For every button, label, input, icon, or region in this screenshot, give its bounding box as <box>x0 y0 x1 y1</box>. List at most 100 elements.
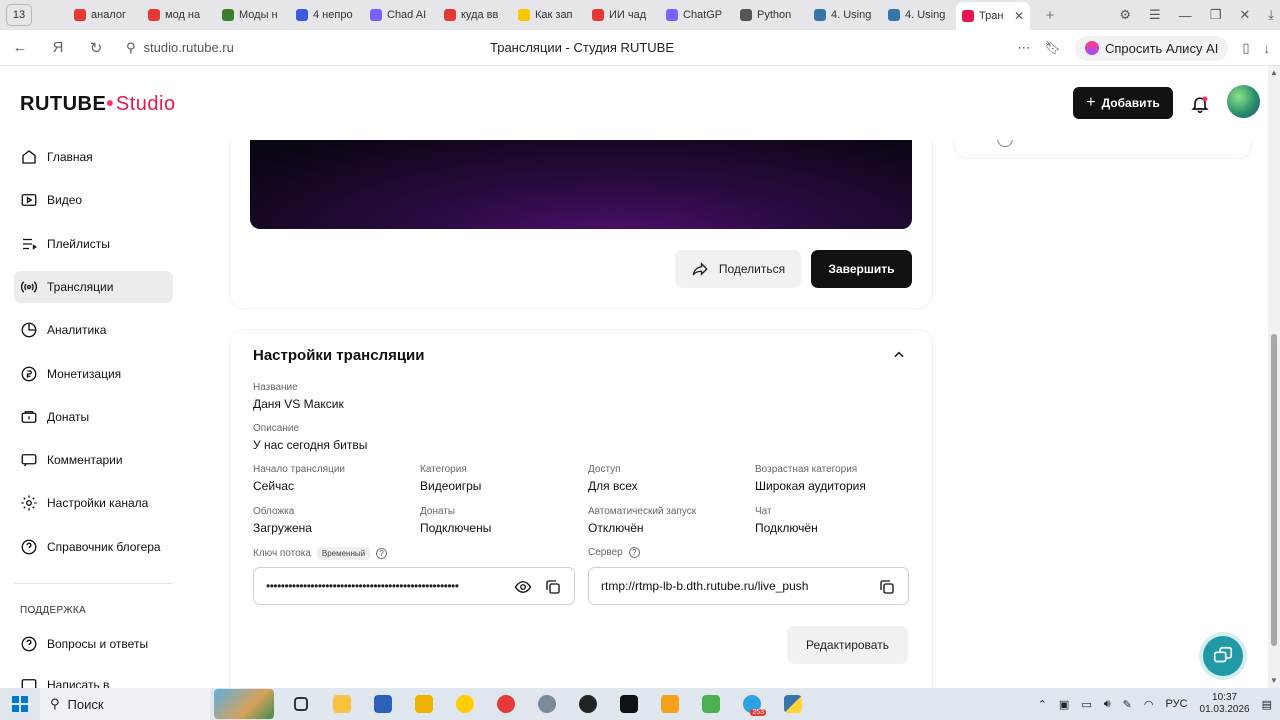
sidebar-item-monetization[interactable]: Монетизация <box>14 358 173 390</box>
bookmark-icon[interactable]: 🔖︎ <box>1044 40 1061 56</box>
telegram-icon[interactable]: 253 <box>731 688 772 720</box>
restore-icon[interactable]: ❐ <box>1210 7 1222 23</box>
settings-field-value: Видеоигры <box>420 479 482 493</box>
download-icon[interactable]: ↓ <box>1264 41 1271 56</box>
settings-field-value: Подключены <box>420 521 492 535</box>
weather-widget[interactable] <box>214 689 274 719</box>
stream-key-field[interactable]: ••••••••••••••••••••••••••••••••••••••••… <box>253 567 575 605</box>
browser-tab[interactable]: ИИ чад <box>586 3 660 27</box>
yandex-browser-icon[interactable] <box>444 688 485 720</box>
yandex-home-icon[interactable]: Я <box>50 39 66 56</box>
yandex-icon[interactable] <box>485 688 526 720</box>
new-tab-icon[interactable]: + <box>1040 5 1060 25</box>
start-button[interactable] <box>0 688 40 720</box>
browser-tab[interactable]: Chad AI <box>364 3 438 27</box>
notifications-icon[interactable]: ▤ <box>1262 698 1272 711</box>
media-player-icon[interactable] <box>649 688 690 720</box>
help-icon[interactable]: ? <box>628 547 640 558</box>
add-button[interactable]: + Добавить <box>1073 87 1173 119</box>
notes-icon[interactable] <box>403 688 444 720</box>
avatar[interactable] <box>1227 85 1260 118</box>
settings-field-value: Широкая аудитория <box>755 479 866 493</box>
rutube-studio-logo[interactable]: RUTUBE• Studio <box>20 93 176 116</box>
browser-tab[interactable]: 4 непро <box>290 3 364 27</box>
task-view-icon[interactable] <box>280 688 321 720</box>
finish-stream-button[interactable]: Завершить <box>811 250 912 288</box>
minimize-icon[interactable]: — <box>1179 8 1192 23</box>
sidebar-item-playlist[interactable]: Плейлисты <box>14 228 173 260</box>
close-tab-icon[interactable]: ✕ <box>1014 9 1024 23</box>
sidebar-item-donate[interactable]: Донаты <box>14 401 173 433</box>
sidebar-item-video[interactable]: Видео <box>14 184 173 216</box>
browser-tab[interactable]: куда вв <box>438 3 512 27</box>
help-icon[interactable]: ? <box>376 548 388 559</box>
pen-icon[interactable]: ✎ <box>1123 698 1132 711</box>
sidebar-support-item[interactable]: Вопросы и ответы <box>14 628 173 660</box>
tab-count-button[interactable]: 13 <box>6 4 32 26</box>
explorer-icon[interactable] <box>321 688 362 720</box>
back-icon[interactable]: ← <box>12 39 28 56</box>
browser-tab-active[interactable]: Тран ✕ <box>956 2 1030 30</box>
taskbar-search[interactable]: ⚲ Поиск <box>40 688 210 720</box>
share-button[interactable]: Поделиться <box>675 250 801 288</box>
taskbar-search-label: Поиск <box>67 696 104 712</box>
battery-icon[interactable]: ▭ <box>1081 698 1091 711</box>
extensions-icon[interactable]: ⚙ <box>1119 7 1131 23</box>
server-field[interactable]: rtmp://rtmp-lb-b.dth.rutube.ru/live_push <box>588 567 909 605</box>
app-icon[interactable] <box>526 688 567 720</box>
sidebar-item-analytics[interactable]: Аналитика <box>14 314 173 346</box>
language-indicator[interactable]: РУС <box>1166 698 1188 710</box>
more-icon[interactable]: ⋯ <box>1017 40 1030 56</box>
reload-icon[interactable]: ↻ <box>88 40 104 57</box>
scroll-thumb[interactable] <box>1271 334 1277 646</box>
close-window-icon[interactable]: ✕ <box>1239 7 1250 23</box>
server-value: rtmp://rtmp-lb-b.dth.rutube.ru/live_push <box>601 579 809 593</box>
sidebar-item-broadcast[interactable]: Трансляции <box>14 270 173 303</box>
browser-tab[interactable]: 4. Using <box>808 3 882 27</box>
sidebar-item-comments[interactable]: Комментарии <box>14 444 173 476</box>
tray-expand-icon[interactable]: ⌃ <box>1038 698 1047 711</box>
word-icon[interactable] <box>362 688 403 720</box>
page-scrollbar[interactable]: ▲ ▼ <box>1268 66 1280 688</box>
clock-date: 01.03.2026 <box>1199 704 1250 715</box>
sidebar-item-home[interactable]: Главная <box>14 141 173 173</box>
settings-field: Обложка Загружена <box>253 506 312 535</box>
browser-tab[interactable]: 4. Using <box>882 3 956 27</box>
copy-icon[interactable] <box>544 578 562 596</box>
browser-tab[interactable]: аналог <box>68 3 142 27</box>
python-icon[interactable] <box>772 688 813 720</box>
browser-tab-strip: 13 аналог мод на Моды н 4 непро Chad AI куда … <box>0 0 1280 30</box>
field-description: Описание У нас сегодня битвы <box>253 423 367 452</box>
chevron-up-icon[interactable] <box>892 348 906 362</box>
browser-tab[interactable]: Python <box>734 3 808 27</box>
edit-button[interactable]: Редактировать <box>787 626 908 664</box>
obs-icon[interactable] <box>567 688 608 720</box>
stream-video-preview[interactable] <box>250 140 912 229</box>
bell-icon[interactable] <box>1190 94 1210 114</box>
discord-icon[interactable] <box>608 688 649 720</box>
browser-tab[interactable]: ChatGP <box>660 3 734 27</box>
minecraft-icon[interactable] <box>690 688 731 720</box>
settings-field-label: Доступ <box>588 464 621 475</box>
browser-tab[interactable]: Моды н <box>216 3 290 27</box>
copy-icon[interactable] <box>878 578 896 596</box>
ask-alice-button[interactable]: Спросить Алису AI <box>1074 35 1229 61</box>
wifi-icon[interactable]: ◠ <box>1144 698 1154 711</box>
browser-tab[interactable]: мод на <box>142 3 216 27</box>
url-text: studio.rutube.ru <box>143 40 234 55</box>
support-chat-button[interactable] <box>1203 636 1243 676</box>
url-field[interactable]: ⚲ studio.rutube.ru <box>126 40 234 56</box>
scroll-up-icon[interactable]: ▲ <box>1270 68 1278 77</box>
downloads-icon[interactable]: ⤓ <box>1268 7 1274 23</box>
reader-icon[interactable]: ▯ <box>1242 40 1249 56</box>
sidebar-item-gear[interactable]: Настройки канала <box>14 487 173 519</box>
tray-app-icon[interactable]: ▣ <box>1059 698 1069 711</box>
scroll-down-icon[interactable]: ▼ <box>1270 676 1278 685</box>
menu-icon[interactable]: ☰ <box>1149 7 1161 23</box>
browser-tab[interactable]: Как зап <box>512 3 586 27</box>
volume-icon[interactable]: 🔊︎ <box>1104 698 1111 711</box>
sidebar-item-help[interactable]: Справочник блогера <box>14 531 173 563</box>
eye-icon[interactable] <box>514 578 532 596</box>
clock[interactable]: 10:37 01.03.2026 <box>1200 692 1250 716</box>
site-info-icon[interactable]: ⚲ <box>126 40 136 56</box>
